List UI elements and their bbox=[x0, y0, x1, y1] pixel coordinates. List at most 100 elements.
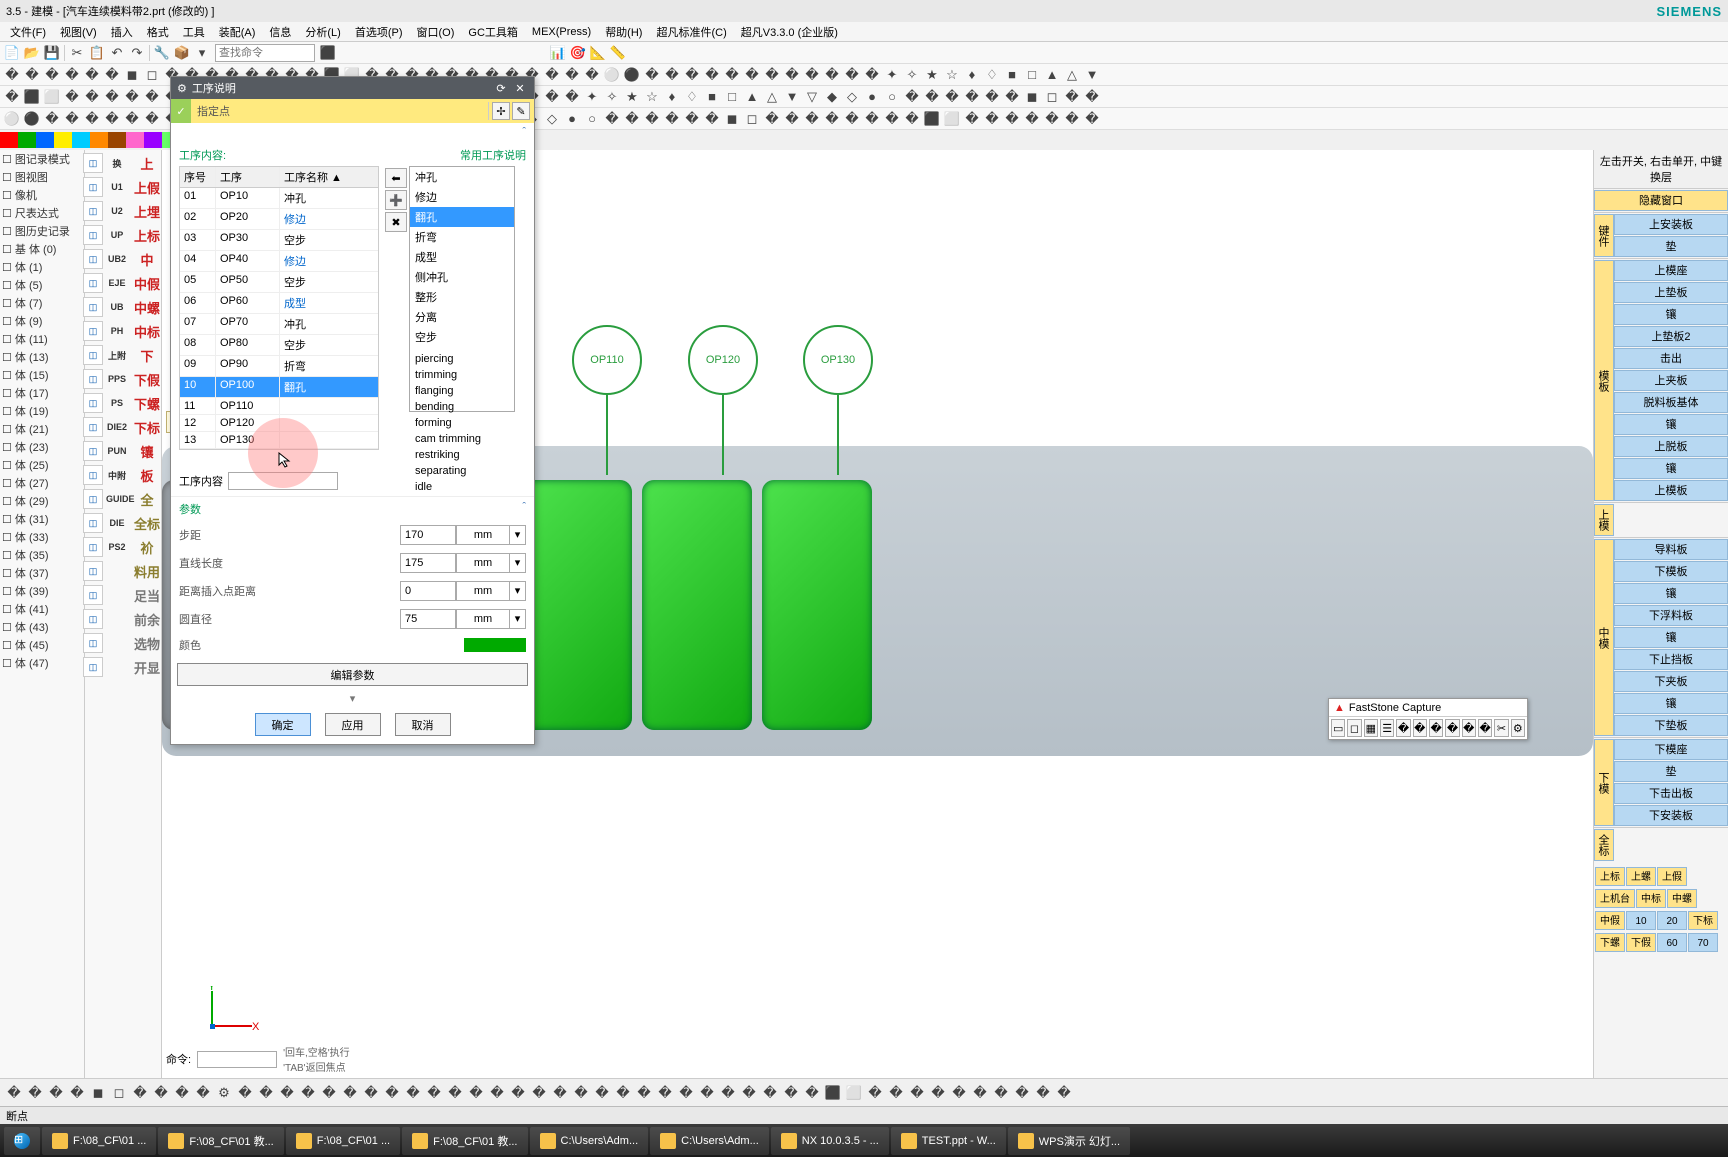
table-row[interactable]: 02OP20修边 bbox=[180, 209, 378, 230]
tool-icon[interactable]: ▾ bbox=[192, 44, 212, 62]
toolbar-icon[interactable]: � bbox=[962, 110, 982, 128]
bottom-tool-icon[interactable]: � bbox=[235, 1084, 255, 1102]
list-item[interactable]: 冲孔 bbox=[410, 167, 514, 187]
toolbar-icon[interactable]: ▲ bbox=[1042, 66, 1062, 84]
point-tool-icon[interactable]: ✢ bbox=[492, 102, 510, 120]
toolbar-icon[interactable]: � bbox=[542, 66, 562, 84]
toolbar-icon[interactable]: � bbox=[682, 110, 702, 128]
layer-icon[interactable]: ◫ bbox=[83, 537, 103, 557]
die-part[interactable] bbox=[642, 480, 752, 730]
panel-button[interactable]: 上模座 bbox=[1614, 260, 1728, 281]
panel-button[interactable]: 下浮料板 bbox=[1614, 605, 1728, 626]
die-part[interactable] bbox=[522, 480, 632, 730]
bottom-tool-icon[interactable]: � bbox=[340, 1084, 360, 1102]
panel-button[interactable]: 脱料板基体 bbox=[1614, 392, 1728, 413]
table-row[interactable]: 12OP120 bbox=[180, 415, 378, 432]
layer-icon[interactable]: ◫ bbox=[83, 201, 103, 221]
grid-cell[interactable]: 上机台 bbox=[1595, 889, 1635, 908]
toolbar-icon[interactable]: ● bbox=[562, 110, 582, 128]
bottom-tool-icon[interactable]: � bbox=[1012, 1084, 1032, 1102]
toolbar-icon[interactable]: � bbox=[542, 88, 562, 106]
layer-label[interactable]: 上埋 bbox=[131, 200, 163, 222]
toolbar-icon[interactable]: � bbox=[1042, 110, 1062, 128]
toolbar-icon[interactable]: ♦ bbox=[962, 66, 982, 84]
toolbar-icon[interactable]: � bbox=[782, 66, 802, 84]
panel-button[interactable]: 下垫板 bbox=[1614, 715, 1728, 736]
color-swatch[interactable] bbox=[0, 132, 18, 148]
layer-label[interactable]: 板 bbox=[131, 464, 163, 486]
color-swatch[interactable] bbox=[36, 132, 54, 148]
tree-item[interactable]: ☐ 体 (13) bbox=[0, 348, 84, 366]
list-item[interactable]: restriking bbox=[410, 447, 514, 463]
bottom-tool-icon[interactable]: � bbox=[172, 1084, 192, 1102]
toolbar-icon[interactable]: � bbox=[1002, 110, 1022, 128]
tree-item[interactable]: ☐ 体 (5) bbox=[0, 276, 84, 294]
fs-tool-icon[interactable]: � bbox=[1445, 719, 1459, 737]
bottom-tool-icon[interactable]: � bbox=[25, 1084, 45, 1102]
toolbar-icon[interactable]: � bbox=[702, 110, 722, 128]
toolbar-icon[interactable]: ★ bbox=[622, 88, 642, 106]
tool-icon[interactable]: 📐 bbox=[588, 44, 608, 62]
list-item[interactable]: 侧冲孔 bbox=[410, 267, 514, 287]
toolbar-icon[interactable]: � bbox=[962, 88, 982, 106]
menu-item[interactable]: 工具 bbox=[177, 22, 211, 42]
toolbar-icon[interactable]: � bbox=[762, 66, 782, 84]
bottom-tool-icon[interactable]: � bbox=[508, 1084, 528, 1102]
toolbar-icon[interactable]: � bbox=[822, 110, 842, 128]
layer-label[interactable]: 中 bbox=[131, 248, 163, 270]
unit-select[interactable]: mm bbox=[456, 553, 510, 573]
toolbar-icon[interactable]: � bbox=[1082, 110, 1102, 128]
tree-item[interactable]: ☐ 体 (33) bbox=[0, 528, 84, 546]
layer-icon[interactable]: ◫ bbox=[83, 369, 103, 389]
layer-icon[interactable]: ◫ bbox=[83, 633, 103, 653]
toolbar-icon[interactable]: ▲ bbox=[742, 88, 762, 106]
grid-cell[interactable]: 中螺 bbox=[1667, 889, 1697, 908]
panel-button[interactable]: 镶 bbox=[1614, 304, 1728, 325]
toolbar-icon[interactable]: � bbox=[902, 88, 922, 106]
redo-icon[interactable]: ↷ bbox=[127, 44, 147, 62]
tree-item[interactable]: ☐ 像机 bbox=[0, 186, 84, 204]
layer-icon[interactable]: ◫ bbox=[83, 465, 103, 485]
menu-item[interactable]: 窗口(O) bbox=[411, 22, 461, 42]
tree-item[interactable]: ☐ 体 (39) bbox=[0, 582, 84, 600]
menu-item[interactable]: 超凡V3.3.0 (企业版) bbox=[735, 22, 844, 42]
panel-button[interactable]: 导料板 bbox=[1614, 539, 1728, 560]
toolbar-icon[interactable]: � bbox=[82, 88, 102, 106]
layer-icon[interactable]: ◫ bbox=[83, 561, 103, 581]
layer-label[interactable]: 选物 bbox=[131, 632, 163, 654]
table-row[interactable]: 03OP30空步 bbox=[180, 230, 378, 251]
bottom-tool-icon[interactable]: � bbox=[970, 1084, 990, 1102]
toolbar-icon[interactable]: ◼ bbox=[122, 66, 142, 84]
bottom-tool-icon[interactable]: � bbox=[193, 1084, 213, 1102]
bottom-tool-icon[interactable]: ⬜ bbox=[844, 1084, 864, 1102]
bottom-tool-icon[interactable]: � bbox=[697, 1084, 717, 1102]
bottom-tool-icon[interactable]: � bbox=[4, 1084, 24, 1102]
tool-icon[interactable]: 📊 bbox=[548, 44, 568, 62]
toolbar-icon[interactable]: � bbox=[682, 66, 702, 84]
bottom-tool-icon[interactable]: ⬛ bbox=[823, 1084, 843, 1102]
fs-tool-icon[interactable]: � bbox=[1429, 719, 1443, 737]
toolbar-icon[interactable]: � bbox=[942, 88, 962, 106]
menu-item[interactable]: 视图(V) bbox=[54, 22, 103, 42]
table-row[interactable]: 06OP60成型 bbox=[180, 293, 378, 314]
grid-cell[interactable]: 10 bbox=[1626, 911, 1656, 930]
bottom-tool-icon[interactable]: � bbox=[676, 1084, 696, 1102]
bottom-tool-icon[interactable]: � bbox=[928, 1084, 948, 1102]
ok-button[interactable]: 确定 bbox=[255, 713, 311, 736]
layer-icon[interactable]: ◫ bbox=[83, 417, 103, 437]
tree-item[interactable]: ☐ 尺表达式 bbox=[0, 204, 84, 222]
color-swatch[interactable] bbox=[72, 132, 90, 148]
delete-icon[interactable]: ✖ bbox=[385, 212, 407, 232]
layer-label[interactable]: 中标 bbox=[131, 320, 163, 342]
panel-button[interactable]: 下止挡板 bbox=[1614, 649, 1728, 670]
toolbar-icon[interactable]: △ bbox=[762, 88, 782, 106]
toolbar-icon[interactable]: � bbox=[642, 66, 662, 84]
panel-button[interactable]: 镶 bbox=[1614, 583, 1728, 604]
toolbar-icon[interactable]: □ bbox=[722, 88, 742, 106]
grid-cell[interactable]: 下标 bbox=[1688, 911, 1718, 930]
grid-cell[interactable]: 20 bbox=[1657, 911, 1687, 930]
list-item[interactable]: 空步 bbox=[410, 327, 514, 347]
faststone-capture-window[interactable]: ▲FastStone Capture ▭◻▦☰🖥🔍📷✂⚙ bbox=[1328, 698, 1528, 740]
tree-item[interactable]: ☐ 体 (1) bbox=[0, 258, 84, 276]
wand-icon[interactable]: ✎ bbox=[512, 102, 530, 120]
